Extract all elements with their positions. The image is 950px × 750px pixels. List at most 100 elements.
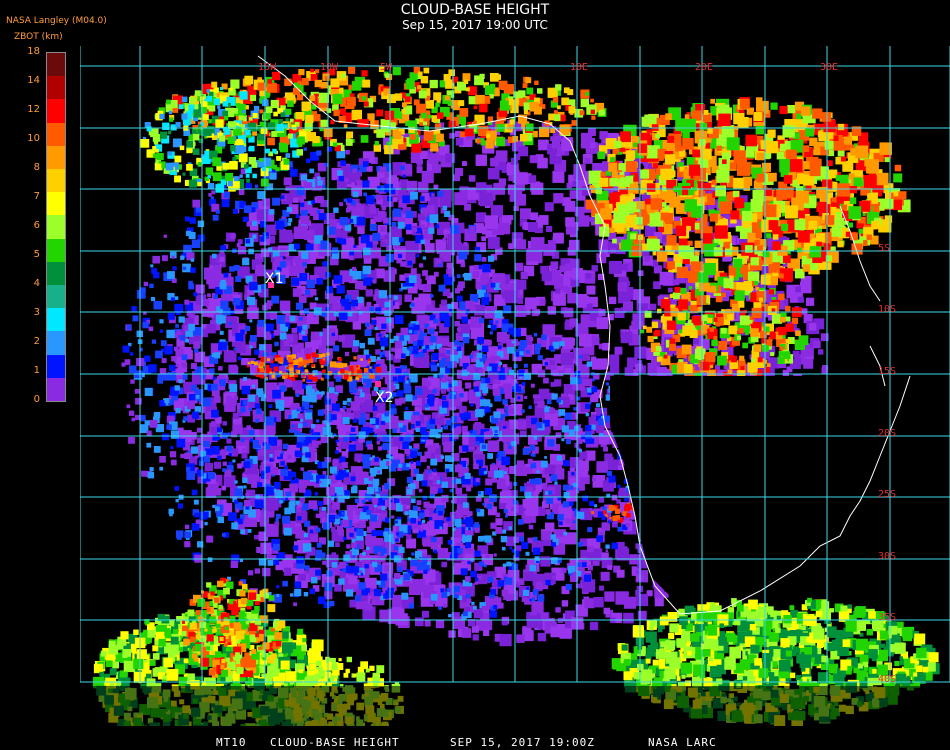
cloud-pixel — [455, 138, 464, 146]
cloud-pixel — [470, 403, 474, 407]
cloud-pixel — [376, 441, 380, 445]
cloud-pixel — [124, 359, 131, 365]
cloud-pixel — [276, 315, 285, 324]
cloud-pixel — [221, 485, 227, 491]
cloud-pixel — [590, 424, 596, 430]
cloud-pixel — [266, 323, 274, 332]
cloud-pixel — [508, 429, 515, 437]
cloud-pixel — [424, 451, 432, 459]
cloud-pixel — [132, 315, 139, 322]
cloud-pixel — [347, 398, 352, 403]
cloud-pixel — [223, 351, 235, 363]
cloud-pixel — [208, 193, 212, 197]
cloud-pixel — [167, 312, 175, 320]
cloud-pixel — [422, 270, 428, 276]
cloud-pixel — [179, 335, 186, 341]
cloud-pixel — [151, 339, 157, 344]
cloud-pixel — [318, 213, 326, 221]
cloud-pixel — [342, 417, 350, 425]
cloud-pixel — [589, 438, 595, 444]
cloud-pixel — [482, 620, 493, 631]
cloud-pixel — [383, 593, 389, 599]
scale-swatch — [47, 76, 65, 100]
cloud-pixel — [315, 569, 322, 576]
cloud-pixel — [188, 283, 195, 290]
cloud-pixel — [228, 452, 232, 457]
cloud-pixel — [532, 453, 536, 457]
cloud-pixel — [376, 356, 381, 361]
cloud-pixel — [607, 565, 612, 570]
cloud-pixel — [282, 443, 289, 450]
cloud-pixel — [441, 494, 449, 503]
cloud-pixel — [273, 543, 280, 551]
cloud-pixel — [378, 218, 382, 222]
cloud-pixel — [423, 539, 431, 547]
cloud-pixel — [515, 172, 528, 185]
cloud-pixel — [171, 255, 175, 259]
cloud-pixel — [409, 450, 417, 458]
cloud-pixel — [571, 472, 575, 476]
cloud-pixel — [294, 588, 302, 596]
cloud-pixel — [385, 334, 389, 338]
cloud-pixel — [305, 289, 311, 295]
cloud-pixel — [404, 335, 410, 341]
cloud-pixel — [386, 317, 392, 323]
cloud-pixel — [484, 377, 491, 383]
cloud-pixel — [549, 360, 555, 365]
cloud-pixel — [420, 239, 426, 245]
cloud-pixel — [498, 222, 511, 235]
cloud-pixel — [331, 501, 340, 510]
cloud-pixel — [476, 160, 483, 166]
cloud-pixel — [596, 535, 603, 542]
cloud-pixel — [279, 300, 291, 312]
cloud-pixel — [549, 408, 555, 415]
cloud-pixel — [428, 227, 435, 234]
cloud-pixel — [469, 226, 476, 232]
cloud-pixel — [585, 272, 592, 279]
cloud-pixel — [352, 485, 358, 491]
cloud-pixel — [565, 217, 575, 227]
cloud-pixel — [493, 604, 498, 610]
cloud-pixel — [222, 468, 226, 472]
cloud-pixel — [515, 239, 527, 250]
cloud-pixel — [595, 424, 604, 433]
cloud-pixel — [476, 352, 482, 359]
cloud-pixel — [590, 137, 596, 143]
cloud-pixel — [206, 535, 214, 543]
cloud-pixel — [299, 486, 306, 493]
cloud-pixel — [417, 340, 424, 347]
cloud-pixel — [439, 526, 443, 530]
cloud-pixel — [441, 358, 447, 363]
cloud-pixel — [131, 306, 137, 312]
cloud-pixel — [433, 550, 437, 554]
cloud-pixel — [408, 329, 413, 334]
cloud-pixel — [256, 264, 265, 273]
cloud-pixel — [288, 218, 293, 223]
cloud-pixel — [538, 388, 550, 400]
cloud-pixel — [402, 195, 410, 203]
cloud-pixel — [352, 191, 359, 198]
cloud-pixel — [196, 519, 201, 524]
cloud-pixel — [299, 215, 304, 220]
cloud-pixel — [289, 168, 298, 177]
cloud-pixel — [436, 480, 441, 484]
cloud-pixel — [335, 542, 340, 547]
cloud-pixel — [278, 552, 285, 559]
cloud-pixel — [405, 380, 409, 384]
cloud-pixel — [292, 380, 303, 391]
cloud-pixel — [218, 366, 223, 371]
cloud-pixel — [545, 522, 555, 532]
cloud-pixel — [303, 532, 308, 538]
cloud-pixel — [608, 520, 612, 524]
cloud-pixel — [331, 403, 340, 412]
cloud-pixel — [519, 340, 528, 348]
cloud-pixel — [341, 512, 345, 516]
cloud-pixel — [335, 376, 342, 382]
cloud-pixel — [211, 409, 219, 418]
cloud-pixel — [563, 285, 569, 291]
cloud-pixel — [144, 420, 150, 426]
cloud-pixel — [183, 244, 192, 254]
cloud-pixel — [175, 499, 179, 503]
cloud-pixel — [342, 405, 347, 410]
cloud-pixel — [502, 619, 508, 626]
